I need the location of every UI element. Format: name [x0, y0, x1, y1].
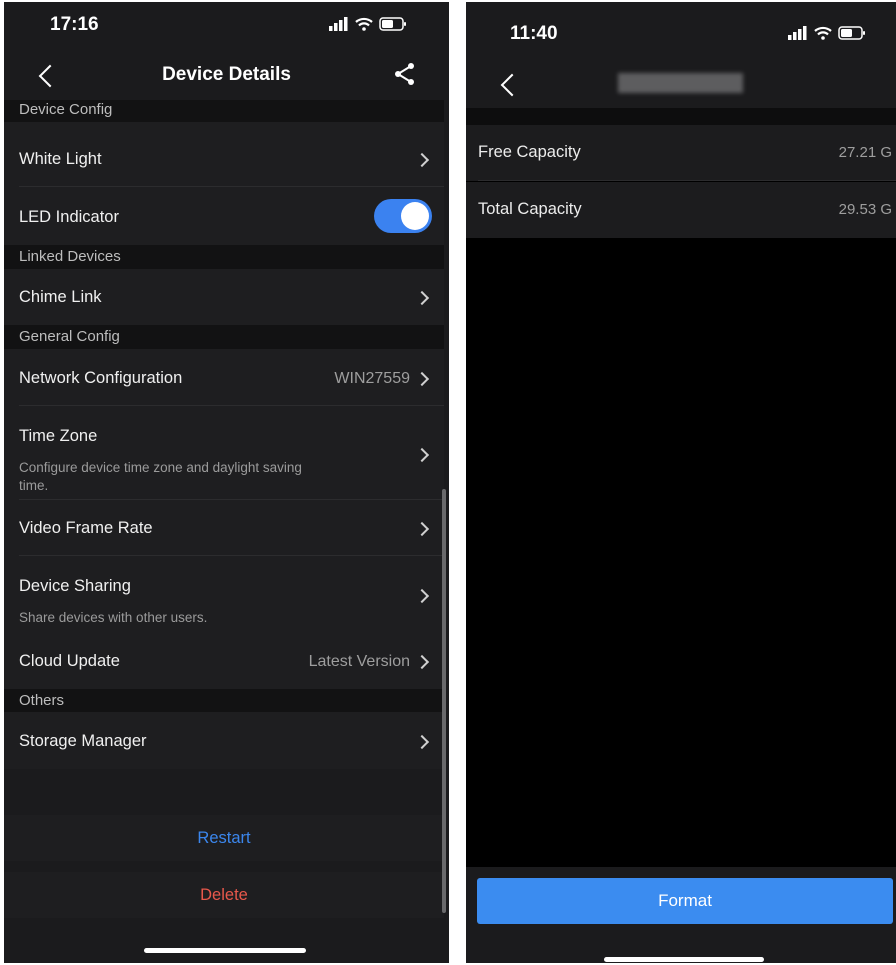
led-indicator-row: LED Indicator [4, 187, 444, 245]
network-configuration-row[interactable]: Network Configuration WIN27559 [4, 349, 444, 406]
cloud-update-value: Latest Version [308, 653, 410, 670]
time-zone-row[interactable]: Time Zone Configure device time zone and… [4, 406, 444, 500]
chevron-right-icon [414, 290, 430, 306]
device-sharing-row[interactable]: Device Sharing Share devices with other … [4, 556, 444, 634]
chevron-right-icon [414, 734, 430, 750]
battery-icon [379, 17, 406, 31]
storage-manager-screen: 11:40 Free Capacity 27.21 G Total Capaci… [466, 2, 896, 963]
free-capacity-row: Free Capacity 27.21 G [466, 125, 896, 181]
nav-bar: Device Details [4, 52, 449, 98]
led-indicator-label: LED Indicator [19, 208, 119, 226]
status-time: 11:40 [510, 23, 558, 44]
cloud-update-row[interactable]: Cloud Update Latest Version [4, 634, 444, 689]
battery-icon [838, 26, 865, 40]
home-indicator [604, 957, 764, 962]
total-capacity-row: Total Capacity 29.53 G [466, 182, 896, 238]
led-indicator-toggle[interactable] [374, 199, 432, 233]
page-title: Device Details [162, 64, 291, 85]
chevron-right-icon [414, 152, 430, 168]
signal-icon [329, 17, 348, 31]
video-frame-rate-label: Video Frame Rate [19, 519, 153, 537]
chime-link-row[interactable]: Chime Link [4, 269, 444, 325]
chevron-right-icon [414, 588, 430, 604]
free-capacity-value: 27.21 G [838, 144, 892, 161]
section-others: Others [4, 689, 444, 712]
total-capacity-value: 29.53 G [838, 201, 892, 218]
chevron-right-icon [414, 521, 430, 537]
time-zone-description: Configure device time zone and daylight … [19, 460, 302, 493]
storage-manager-row[interactable]: Storage Manager [4, 712, 444, 769]
network-configuration-value: WIN27559 [334, 370, 410, 387]
chime-link-label: Chime Link [19, 288, 102, 306]
total-capacity-label: Total Capacity [478, 200, 582, 218]
blurred-title [618, 73, 743, 93]
scrollbar[interactable] [442, 489, 446, 913]
wifi-icon [355, 17, 373, 31]
status-time: 17:16 [50, 14, 99, 35]
status-bar: 17:16 [4, 2, 449, 52]
chevron-right-icon [414, 654, 430, 670]
video-frame-rate-row[interactable]: Video Frame Rate [4, 500, 444, 556]
white-light-label: White Light [19, 150, 102, 168]
delete-button[interactable]: Delete [4, 872, 444, 918]
device-details-screen: 17:16 Device Details Device Config White… [4, 2, 449, 963]
section-device-config: Device Config [4, 100, 444, 122]
restart-button[interactable]: Restart [4, 815, 444, 861]
cloud-update-label: Cloud Update [19, 652, 120, 670]
chevron-left-icon[interactable] [500, 73, 524, 97]
home-indicator [144, 948, 306, 953]
section-general-config: General Config [4, 325, 444, 349]
device-sharing-description: Share devices with other users. [19, 610, 208, 625]
white-light-row[interactable]: White Light [4, 122, 444, 187]
device-sharing-label: Device Sharing [19, 577, 131, 595]
format-button[interactable]: Format [477, 878, 893, 924]
wifi-icon [814, 26, 832, 40]
section-linked-devices: Linked Devices [4, 245, 444, 269]
free-capacity-label: Free Capacity [478, 143, 581, 161]
storage-manager-label: Storage Manager [19, 732, 147, 750]
chevron-right-icon [414, 447, 430, 463]
chevron-right-icon [414, 371, 430, 387]
network-configuration-label: Network Configuration [19, 369, 183, 387]
time-zone-label: Time Zone [19, 427, 98, 445]
signal-icon [788, 26, 807, 40]
share-icon[interactable] [393, 62, 417, 86]
